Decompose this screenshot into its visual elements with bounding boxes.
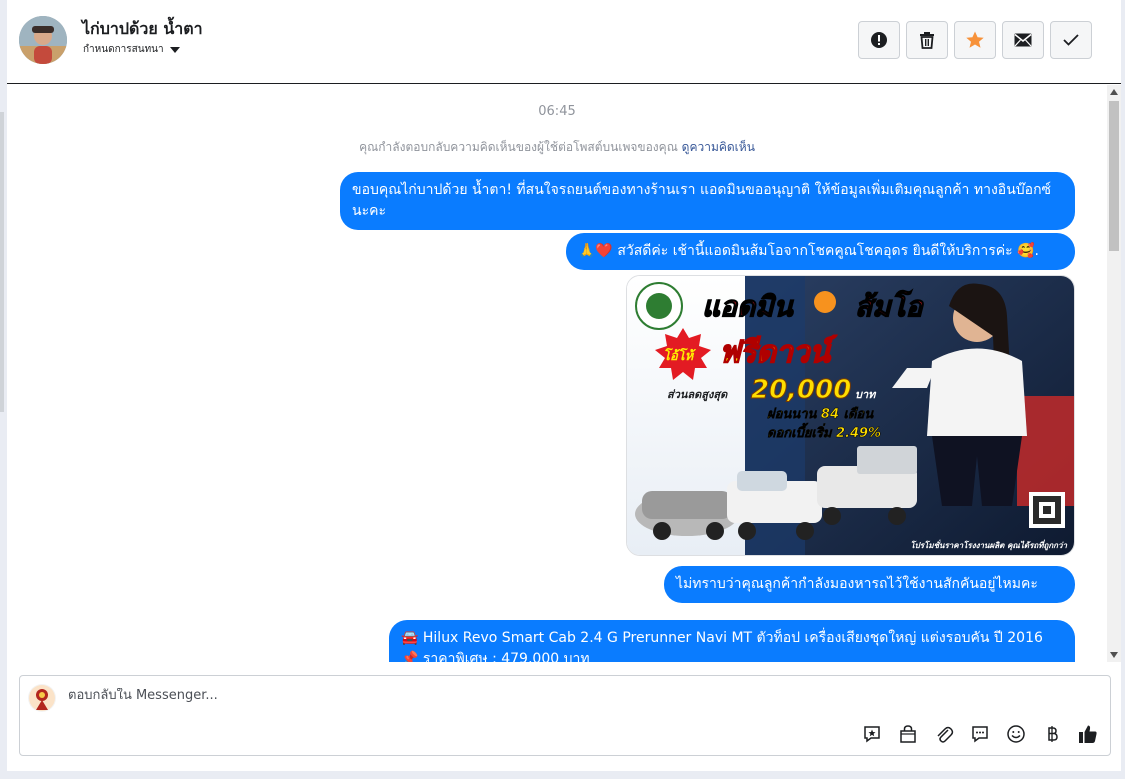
header-actions [858,21,1092,59]
envelope-icon [1014,33,1032,47]
alert-icon [871,32,887,48]
check-icon [1063,34,1079,46]
promo-headline: ฟรีดาวน์ [719,335,837,370]
promo-title-right: ส้มโอ [855,289,925,323]
saved-replies-icon[interactable] [860,722,884,746]
message-line: 🚘 Hilux Revo Smart Cab 2.4 G Prerunner N… [401,630,1043,646]
promo-discount-label: ส่วนลดสูงสุด [667,388,728,402]
assign-label: กำหนดการสนทนา [83,44,164,55]
reply-input[interactable] [68,688,968,703]
view-comment-link[interactable]: ดูความคิดเห็น [682,140,755,154]
star-button[interactable] [954,21,996,59]
star-icon [966,31,984,48]
mark-unread-button[interactable] [1002,21,1044,59]
contact-name[interactable]: ไก่บาปด้วย น้ำตา [82,17,203,42]
mark-spam-button[interactable] [858,21,900,59]
composer-toolbar [860,722,1100,746]
promo-discount-amount: 20,000 [751,375,851,405]
promo-installment: ผ่อนนาน 84 เดือน [767,406,874,422]
message-timestamp: 06:45 [538,104,576,119]
message-bubble: ไม่ทราบว่าคุณลูกค้ากำลังมองหารถไว้ใช้งาน… [664,566,1075,603]
trash-icon [920,32,934,49]
message-bubble: ขอบคุณไก่บาปด้วย น้ำตา! ที่สนใจรถยนต์ของ… [340,172,1075,230]
thumbs-up-icon[interactable] [1076,722,1100,746]
promo-footer: โปรโมชั่นราคาโรงงานผลิต คุณได้รถที่ถูกกว… [910,539,1067,551]
attachment-icon[interactable] [932,722,956,746]
scroll-up-arrow-icon[interactable] [1110,89,1118,95]
promo-title-left: แอดมิน [702,290,795,323]
page-avatar [28,684,56,712]
message-bubble-icon[interactable] [968,722,992,746]
baht-payment-icon[interactable] [1040,722,1064,746]
delete-button[interactable] [906,21,948,59]
caret-down-icon [169,46,180,53]
shopping-bag-icon[interactable] [896,722,920,746]
assign-conversation-dropdown[interactable]: กำหนดการสนทนา [83,42,180,57]
message-bubble: 🙏❤️ สวัสดีค่ะ เช้านี้แอดมินส้มโอจากโชคคู… [566,233,1075,270]
scroll-thumb[interactable] [1109,101,1119,251]
emoji-icon[interactable] [1004,722,1028,746]
promo-image[interactable]: แอดมิน ส้มโอ โอ้โห้ ฟรีดาวน์ ส่วนลดสูงสุ… [626,275,1075,556]
thread-scrollbar[interactable] [1107,85,1121,662]
reply-context-note: คุณกำลังตอบกลับความคิดเห็นของผู้ใช้ต่อโพ… [7,138,1107,157]
message-line: 📌 ราคาพิเศษ : 479,000 บาท [401,651,590,662]
window-edge [0,112,4,412]
mark-done-button[interactable] [1050,21,1092,59]
scroll-down-arrow-icon[interactable] [1110,652,1118,658]
message-bubble: 🚘 Hilux Revo Smart Cab 2.4 G Prerunner N… [389,620,1075,662]
message-thread[interactable]: 06:45 คุณกำลังตอบกลับความคิดเห็นของผู้ใช… [7,85,1121,662]
promo-badge: โอ้โห้ [663,347,696,364]
conversation-panel: ไก่บาปด้วย น้ำตา กำหนดการสนทนา 06:45 คุณ… [7,0,1121,771]
promo-discount-unit: บาท [855,388,877,401]
conversation-header: ไก่บาปด้วย น้ำตา กำหนดการสนทนา [7,0,1121,84]
reply-context-text: คุณกำลังตอบกลับความคิดเห็นของผู้ใช้ต่อโพ… [359,140,678,154]
reply-composer [19,675,1111,756]
contact-avatar[interactable] [19,16,67,64]
